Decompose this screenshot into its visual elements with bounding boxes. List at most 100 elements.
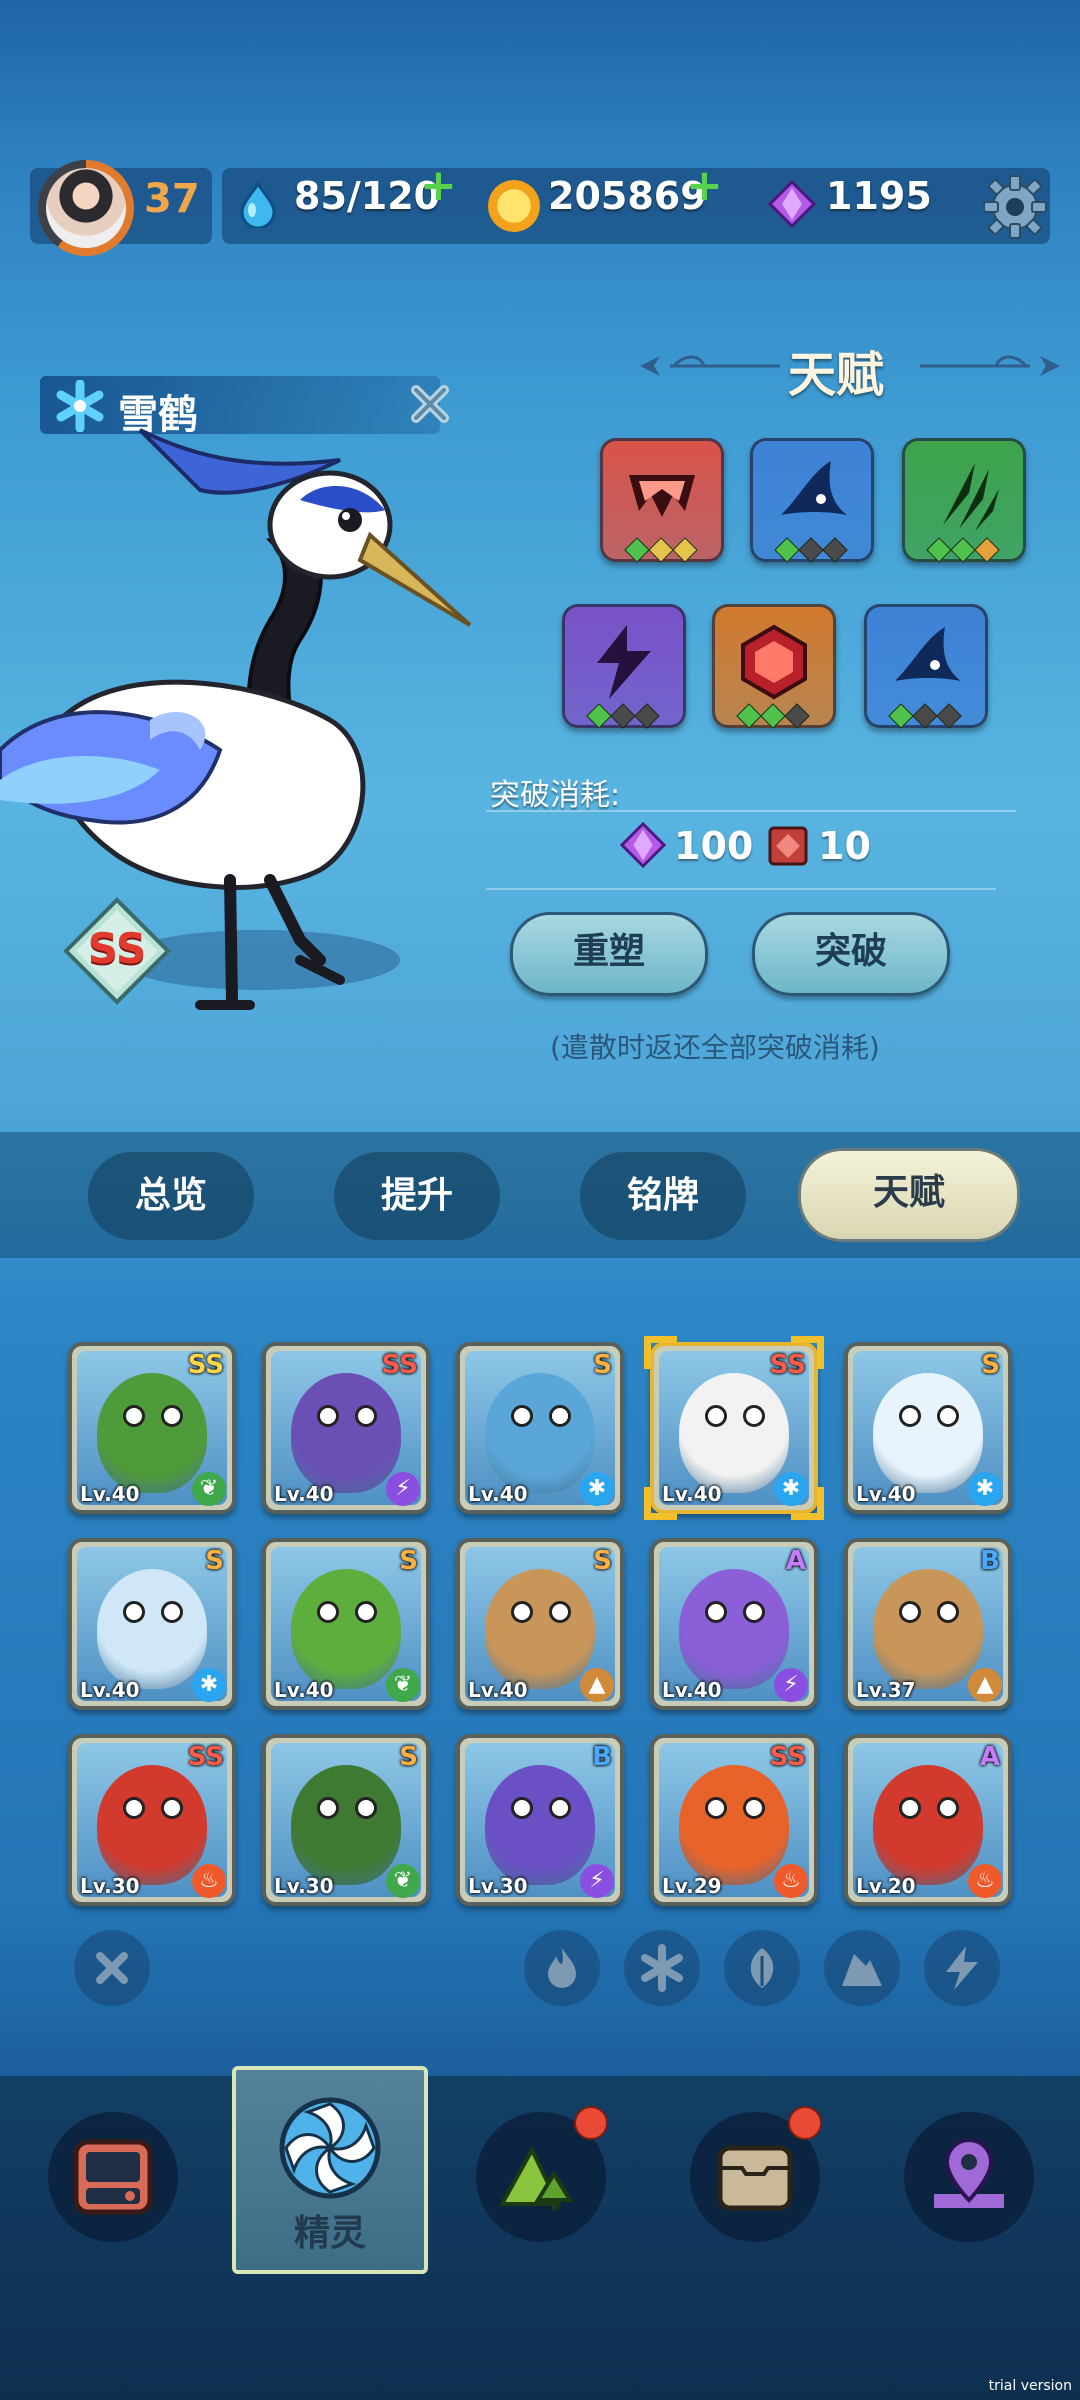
nav-spirits[interactable]: 精灵	[232, 2066, 428, 2274]
leaf-element-icon: ❦	[386, 1864, 420, 1898]
fire-icon	[548, 1948, 576, 1988]
gem-icon	[620, 822, 666, 868]
add-energy-button[interactable]: +	[420, 160, 457, 211]
selection-corner	[644, 1336, 677, 1369]
tab-nameplate[interactable]: 铭牌	[580, 1152, 746, 1240]
talent-pip	[784, 703, 810, 729]
selection-corner	[644, 1487, 677, 1520]
creature-card[interactable]: S Lv.30 ❦	[262, 1734, 430, 1906]
spirit-icon	[279, 2097, 381, 2199]
breakthrough-button[interactable]: 突破	[752, 912, 950, 996]
creature-portrait	[97, 1373, 207, 1493]
ice-icon	[641, 1944, 683, 1992]
creature-card[interactable]: S Lv.40 ❦	[262, 1538, 430, 1710]
creature-eye	[161, 1405, 183, 1427]
filter-clear-button[interactable]	[74, 1930, 150, 2006]
creature-level: Lv.40	[80, 1678, 140, 1702]
creature-level: Lv.40	[856, 1482, 916, 1506]
leaf-element-icon: ❦	[192, 1472, 226, 1506]
talent-pip	[950, 537, 976, 563]
creature-portrait	[679, 1373, 789, 1493]
coin-value: 205869	[548, 174, 707, 218]
creature-level: Lv.40	[274, 1482, 334, 1506]
reshape-button[interactable]: 重塑	[510, 912, 708, 996]
filter-ice-button[interactable]	[624, 1930, 700, 2006]
fin-icon	[781, 461, 847, 515]
nav-backpack[interactable]	[48, 2112, 178, 2242]
creature-eye	[123, 1797, 145, 1819]
creature-eye	[511, 1797, 533, 1819]
creature-eye	[355, 1797, 377, 1819]
rank-badge: S	[593, 1350, 612, 1380]
creature-card[interactable]: SS Lv.40 ❦	[68, 1342, 236, 1514]
creature-card[interactable]: S Lv.40 ✱	[68, 1538, 236, 1710]
creature-eye	[123, 1405, 145, 1427]
talent-slot[interactable]	[600, 438, 724, 563]
tab-overview[interactable]: 总览	[88, 1152, 254, 1240]
nav-map[interactable]	[904, 2112, 1034, 2242]
filter-fire-button[interactable]	[524, 1930, 600, 2006]
talent-slot[interactable]	[902, 438, 1026, 563]
leaf-element-icon: ❦	[386, 1668, 420, 1702]
filter-leaf-button[interactable]	[724, 1930, 800, 2006]
rank-badge: SS	[769, 1742, 806, 1772]
creature-card[interactable]: S Lv.40 ✱	[844, 1342, 1012, 1514]
creature-card[interactable]: SS Lv.30 ♨	[68, 1734, 236, 1906]
talent-slot[interactable]	[712, 604, 836, 729]
player-avatar[interactable]	[38, 160, 134, 256]
selection-corner	[791, 1487, 824, 1520]
creature-level: Lv.30	[274, 1874, 334, 1898]
gem-icon	[768, 180, 816, 228]
talent-title: 天赋	[788, 347, 885, 403]
creature-card[interactable]: SS Lv.40 ⚡	[262, 1342, 430, 1514]
ice-element-icon: ✱	[192, 1668, 226, 1702]
map-pin-icon	[934, 2137, 1004, 2208]
creature-portrait	[291, 1569, 401, 1689]
rank-badge: A	[785, 1546, 806, 1576]
rank-badge: S	[399, 1742, 418, 1772]
add-coins-button[interactable]: +	[686, 160, 723, 211]
lightning-element-icon: ⚡	[774, 1668, 808, 1702]
ice-element-icon: ✱	[580, 1472, 614, 1506]
creature-card[interactable]: B Lv.37 ▲	[844, 1538, 1012, 1710]
creature-card[interactable]: A Lv.20 ♨	[844, 1734, 1012, 1906]
explore-notification-dot	[574, 2106, 608, 2140]
creature-level: Lv.40	[468, 1678, 528, 1702]
creature-card[interactable]: S Lv.40 ✱	[456, 1342, 624, 1514]
filter-earth-button[interactable]	[824, 1930, 900, 2006]
creature-portrait	[485, 1373, 595, 1493]
creature-portrait	[291, 1765, 401, 1885]
talent-pip	[624, 537, 650, 563]
talent-pip	[634, 703, 660, 729]
talent-slot[interactable]	[864, 604, 988, 729]
talent-slot[interactable]	[750, 438, 874, 563]
gem-value: 1195	[826, 174, 932, 218]
settings-gear-icon[interactable]	[982, 174, 1048, 240]
creature-portrait	[873, 1765, 983, 1885]
creature-card[interactable]: A Lv.40 ⚡	[650, 1538, 818, 1710]
tab-talent[interactable]: 天赋	[798, 1148, 1020, 1242]
earth-element-icon: ▲	[580, 1668, 614, 1702]
talent-pip	[586, 703, 612, 729]
creature-eye	[705, 1601, 727, 1623]
creature-card[interactable]: B Lv.30 ⚡	[456, 1734, 624, 1906]
creature-card[interactable]: SS Lv.29 ♨	[650, 1734, 818, 1906]
creature-card[interactable]: SS Lv.40 ✱	[644, 1336, 824, 1520]
creature-eye	[355, 1405, 377, 1427]
creature-level: Lv.20	[856, 1874, 916, 1898]
player-level: 37	[144, 176, 200, 222]
creature-level: Lv.30	[468, 1874, 528, 1898]
rank-badge: SS	[381, 1350, 418, 1380]
creature-card[interactable]: S Lv.40 ▲	[456, 1538, 624, 1710]
talent-slot[interactable]	[562, 604, 686, 729]
grade-badge: SS	[62, 896, 172, 1006]
creature-eye	[317, 1797, 339, 1819]
rank-badge: S	[205, 1546, 224, 1576]
creature-eye	[161, 1601, 183, 1623]
creature-eye	[937, 1797, 959, 1819]
tab-upgrade[interactable]: 提升	[334, 1152, 500, 1240]
talent-pip	[974, 537, 1000, 563]
talent-pip	[798, 537, 824, 563]
filter-lightning-button[interactable]	[924, 1930, 1000, 2006]
earth-element-icon: ▲	[968, 1668, 1002, 1702]
